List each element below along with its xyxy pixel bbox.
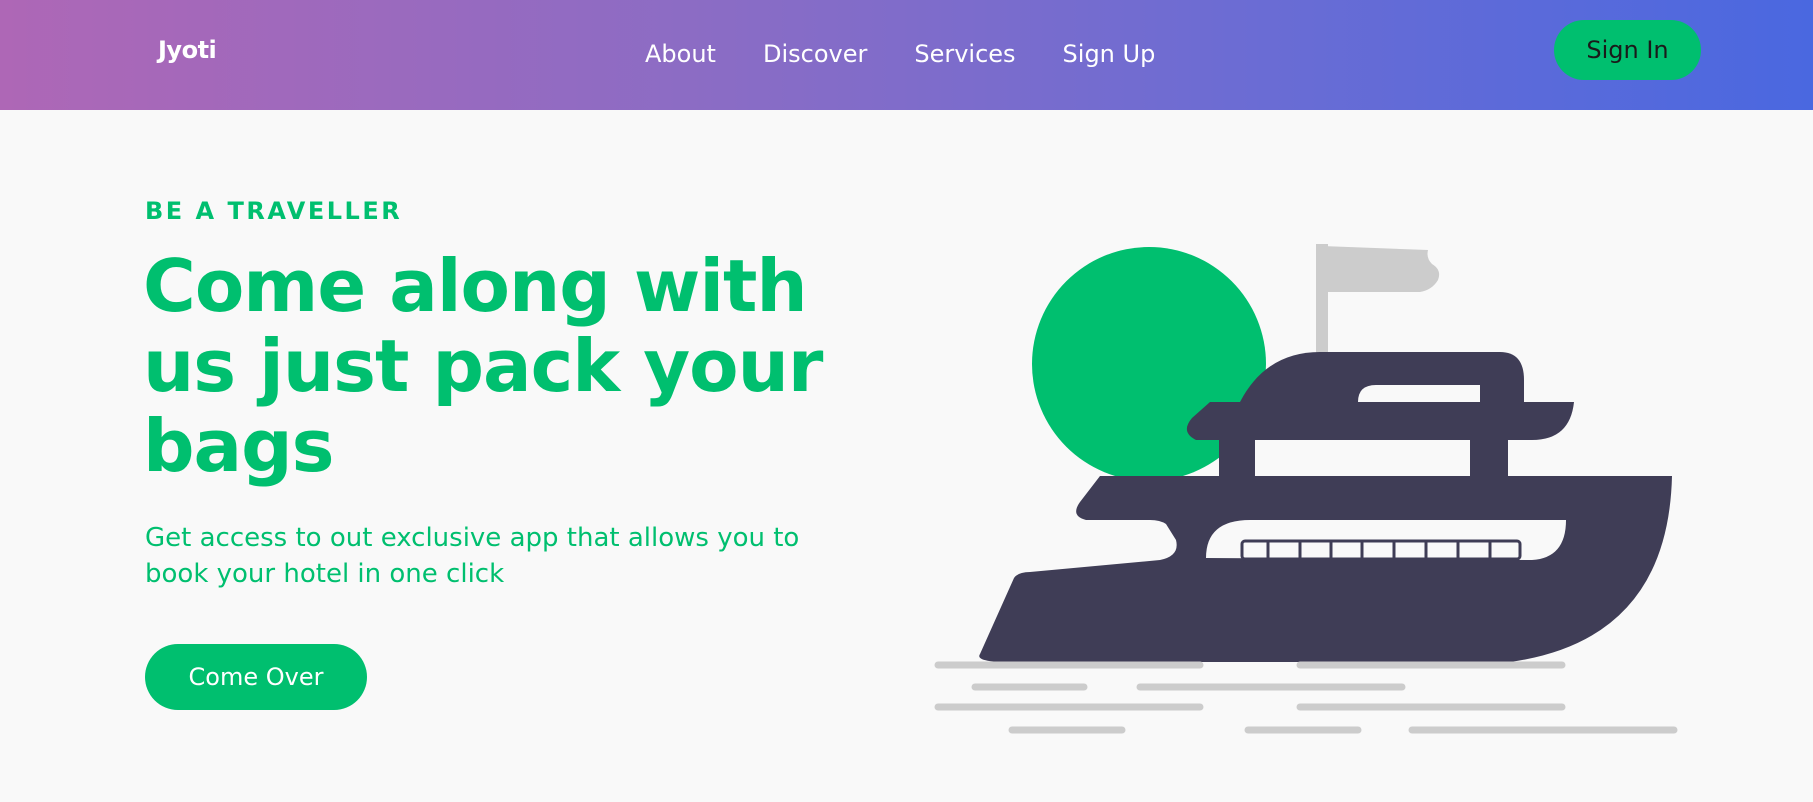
- window-strip: [1240, 539, 1522, 561]
- nav-link-services[interactable]: Services: [914, 38, 1015, 70]
- water-lines: [934, 661, 1678, 734]
- hero-subtitle: Get access to out exclusive app that all…: [145, 523, 800, 589]
- nav-link-sign-up[interactable]: Sign Up: [1063, 38, 1156, 70]
- navbar: Jyoti About Discover Services Sign Up Si…: [0, 0, 1813, 110]
- nav-link-about[interactable]: About: [645, 38, 716, 70]
- come-over-button[interactable]: Come Over: [145, 644, 367, 710]
- flag-shape: [1322, 246, 1440, 292]
- logo[interactable]: Jyoti: [158, 36, 217, 64]
- deck-pillar-right: [1470, 438, 1508, 480]
- hero-eyebrow: BE A TRAVELLER: [145, 197, 403, 225]
- ship-illustration: [934, 244, 1678, 734]
- deck-pillar-left: [1219, 438, 1255, 480]
- nav-links: About Discover Services Sign Up: [645, 38, 1155, 70]
- hero-title: Come along with us just pack your bags: [143, 244, 823, 488]
- sign-in-button[interactable]: Sign In: [1554, 20, 1701, 80]
- nav-link-discover[interactable]: Discover: [763, 38, 867, 70]
- upper-deck-roof: [1186, 402, 1574, 440]
- ship-hull: [979, 476, 1672, 663]
- upper-window: [1358, 385, 1480, 402]
